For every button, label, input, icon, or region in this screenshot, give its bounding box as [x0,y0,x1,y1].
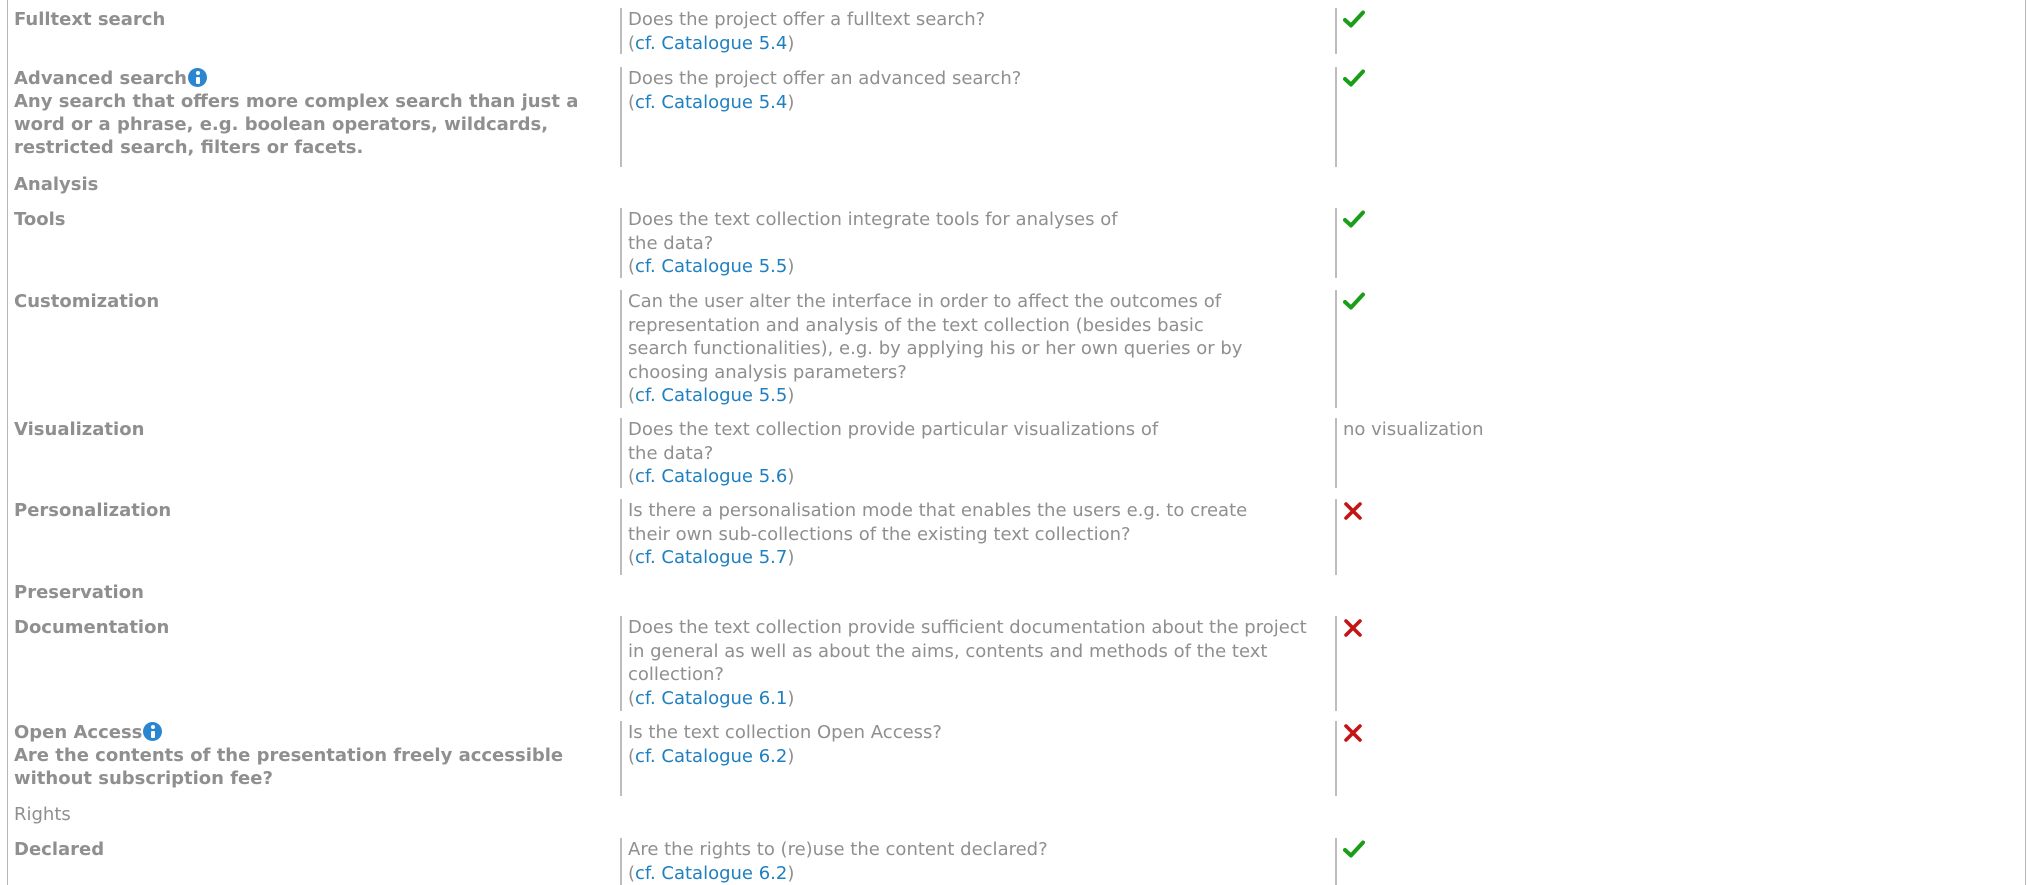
table-row: Personalization Is there a personalisati… [8,499,2025,575]
value-cell [1335,721,1363,796]
question-cell: Does the text collection provide particu… [620,418,1188,488]
check-icon [1343,210,1365,228]
question-text: Does the project offer an advanced searc… [628,68,1022,89]
section-title: Rights [14,804,71,825]
reference: (cf. Catalogue 5.5) [628,256,795,277]
cross-icon [1343,618,1363,638]
question-text: Does the text collection provide suffici… [628,617,1307,685]
value-cell [1335,8,1365,54]
criterion-label: Advanced search Any search that offers m… [14,67,594,159]
cross-icon [1343,723,1363,743]
catalogue-link[interactable]: cf. Catalogue 5.7 [635,547,787,568]
section-row: Preservation [8,581,2025,605]
reference: (cf. Catalogue 6.2) [628,862,795,884]
criterion-label: Tools [14,209,66,230]
value-cell [1335,290,1365,408]
criterion-label: Personalization [14,500,172,521]
table-row: Tools Does the text collection integrate… [8,208,2025,278]
value-cell: no visualization [1335,418,1484,488]
info-icon[interactable] [143,722,163,741]
reference: (cf. Catalogue 5.6) [628,466,795,487]
table-row: Declared Are the rights to (re)use the c… [8,838,2025,885]
table-row: Fulltext search Does the project offer a… [8,8,2025,54]
question-text: Are the rights to (re)use the content de… [628,839,1048,860]
catalogue-link[interactable]: cf. Catalogue 6.1 [635,688,787,709]
info-icon[interactable] [187,68,207,87]
question-cell: Does the project offer an advanced searc… [620,67,1348,167]
question-cell: Does the text collection integrate tools… [620,208,1148,278]
question-text: Is there a personalisation mode that ena… [628,500,1248,545]
table-row: Customization Can the user alter the int… [8,290,2025,408]
value-cell [1335,616,1363,711]
catalogue-link[interactable]: cf. Catalogue 5.4 [635,33,787,54]
table-row: Open Access Are the contents of the pres… [8,721,2025,796]
value-text: no visualization [1343,419,1484,440]
value-cell [1335,67,1365,167]
catalogue-link[interactable]: cf. Catalogue 5.5 [635,256,787,277]
catalogue-link[interactable]: cf. Catalogue 6.2 [635,863,787,884]
check-icon [1343,840,1365,858]
question-text: Does the project offer a fulltext search… [628,9,986,30]
question-text: Is the text collection Open Access? [628,722,942,743]
criterion-title: Open Access [14,722,143,743]
criterion-label: Visualization [14,419,145,440]
check-icon [1343,292,1365,310]
section-row: Rights [8,803,2025,827]
section-title: Preservation [14,582,144,603]
reference: (cf. Catalogue 5.4) [628,91,795,113]
check-icon [1343,10,1365,28]
criterion-note: Any search that offers more complex sear… [14,91,579,158]
criterion-label: Customization [14,291,160,312]
question-text: Can the user alter the interface in orde… [628,291,1243,383]
question-text: Does the text collection integrate tools… [628,209,1118,254]
section-row: Analysis [8,173,2025,197]
cross-icon [1343,501,1363,521]
table-row: Visualization Does the text collection p… [8,418,2025,488]
question-cell: Does the text collection provide suffici… [620,616,1308,711]
question-cell: Is there a personalisation mode that ena… [620,499,1288,575]
criterion-label: Declared [14,839,105,860]
question-text: Does the text collection provide particu… [628,419,1159,464]
reference: (cf. Catalogue 5.5) [628,385,795,406]
question-cell: Does the project offer a fulltext search… [620,8,1348,54]
question-cell: Can the user alter the interface in orde… [620,290,1268,408]
value-cell [1335,208,1365,278]
table-right-border [2025,0,2026,885]
reference: (cf. Catalogue 5.4) [628,32,795,54]
reference: (cf. Catalogue 6.1) [628,687,795,709]
criterion-note: Are the contents of the presentation fre… [14,745,564,789]
criterion-label: Fulltext search [14,9,166,30]
question-cell: Are the rights to (re)use the content de… [620,838,1348,885]
catalogue-link[interactable]: cf. Catalogue 5.6 [635,466,787,487]
criterion-label: Open Access Are the contents of the pres… [14,721,594,790]
criterion-title: Advanced search [14,68,187,89]
reference: (cf. Catalogue 5.7) [628,547,795,568]
criterion-label: Documentation [14,617,170,638]
table-row: Documentation Does the text collection p… [8,616,2025,711]
reference: (cf. Catalogue 6.2) [628,745,795,767]
catalogue-link[interactable]: cf. Catalogue 6.2 [635,746,787,767]
table-row: Advanced search Any search that offers m… [8,67,2025,167]
catalogue-link[interactable]: cf. Catalogue 5.4 [635,92,787,113]
value-cell [1335,838,1365,885]
catalogue-link[interactable]: cf. Catalogue 5.5 [635,385,787,406]
section-title: Analysis [14,174,99,195]
question-cell: Is the text collection Open Access? (cf.… [620,721,1348,796]
value-cell [1335,499,1363,575]
check-icon [1343,69,1365,87]
